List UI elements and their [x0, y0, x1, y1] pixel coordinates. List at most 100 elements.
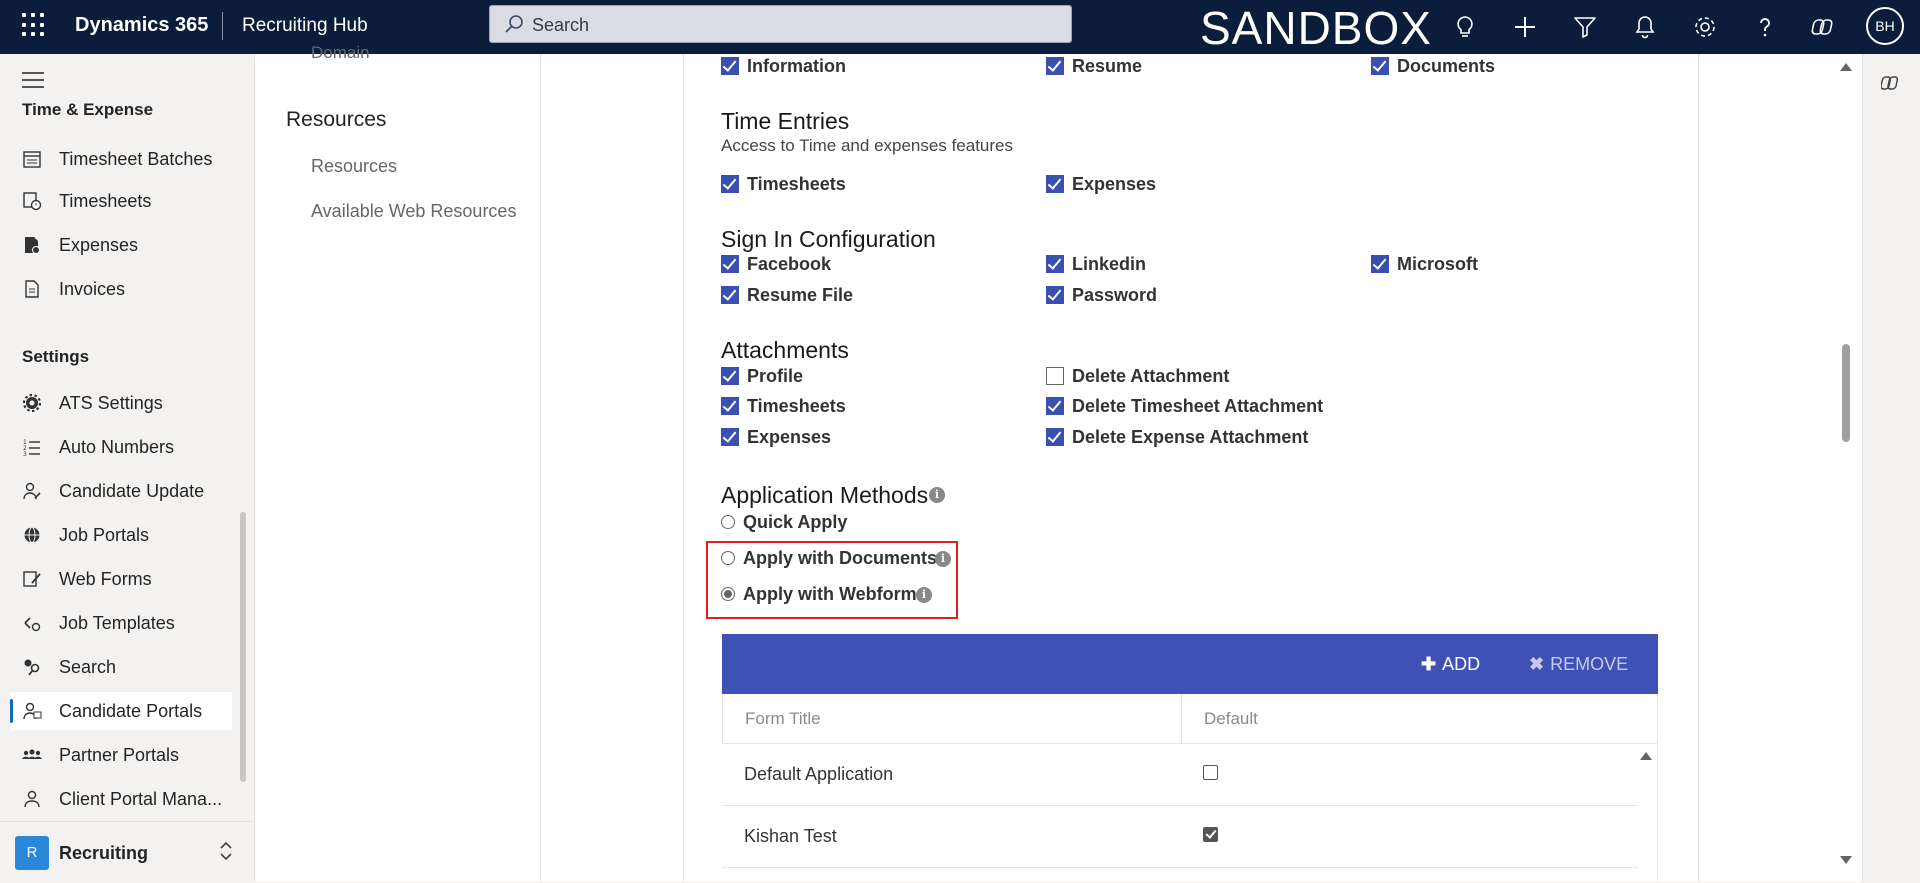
- sidebar-item-ats-settings[interactable]: ATS Settings: [10, 384, 232, 422]
- plus-icon: ✚: [1421, 654, 1437, 674]
- brand-title[interactable]: Dynamics 365: [75, 14, 208, 37]
- form-title-cell: Kishan Test: [744, 826, 837, 846]
- bell-icon[interactable]: [1631, 13, 1659, 41]
- sidebar-item-label: Job Portals: [59, 525, 150, 545]
- default-checkbox[interactable]: [1203, 765, 1218, 780]
- sidebar-item-job-portals[interactable]: Job Portals: [10, 516, 232, 554]
- grid-scroll-up-arrow[interactable]: [1640, 752, 1652, 760]
- help-icon[interactable]: [1751, 13, 1779, 41]
- sidebar-item-candidate-update[interactable]: Candidate Update: [10, 472, 232, 510]
- calendar-list-icon: [23, 151, 41, 168]
- plus-icon[interactable]: [1511, 13, 1539, 41]
- people-icon: [23, 702, 42, 720]
- subnav-link-available-web-resources[interactable]: Available Web Resources: [311, 201, 516, 222]
- sidebar-item-label: Expenses: [59, 235, 139, 255]
- checkbox-label: Expenses: [1072, 174, 1157, 194]
- section-title-attachments: Attachments: [721, 337, 849, 363]
- global-search-input[interactable]: Search: [489, 5, 1072, 43]
- default-checkbox[interactable]: [1203, 827, 1218, 842]
- radio-dot: [721, 515, 735, 529]
- highlight-box: [706, 541, 958, 619]
- sidebar-item-label: Partner Portals: [59, 745, 180, 765]
- subnav-heading-resources: Resources: [286, 108, 387, 131]
- area-label: Recruiting: [59, 843, 149, 863]
- subnav-link-domain[interactable]: Domain: [311, 43, 370, 63]
- sidebar-item-label: Job Templates: [59, 613, 175, 633]
- nav-group-settings: Settings: [22, 347, 90, 366]
- gear-icon[interactable]: [1691, 13, 1719, 41]
- invoice-icon: [25, 280, 39, 298]
- sidebar-item-candidate-portals[interactable]: Candidate Portals: [10, 692, 232, 730]
- column-header-form-title[interactable]: Form Title: [745, 709, 821, 729]
- table-row[interactable]: Default Application: [722, 744, 1638, 806]
- info-icon[interactable]: i: [929, 487, 945, 503]
- copilot-icon[interactable]: [1881, 72, 1903, 94]
- expense-document-icon: [25, 237, 40, 254]
- user-avatar[interactable]: BH: [1866, 7, 1904, 45]
- webform-grid-toolbar: ✚ ADD ✖ REMOVE: [722, 634, 1658, 694]
- filter-icon[interactable]: [1571, 13, 1599, 41]
- subnav-link-resources[interactable]: Resources: [311, 156, 397, 177]
- area-switcher[interactable]: R Recruiting: [0, 821, 254, 883]
- sidebar-item-client-portal-management[interactable]: Client Portal Mana...: [10, 780, 232, 818]
- sidebar-item-label: Candidate Portals: [59, 701, 203, 721]
- search-people-icon: [24, 659, 40, 676]
- numbered-list-icon: 123: [23, 439, 40, 457]
- checkbox-label: Microsoft: [1397, 254, 1478, 274]
- close-icon: ✖: [1529, 654, 1545, 674]
- environment-label: SANDBOX: [1200, 2, 1432, 54]
- sidebar-item-expenses[interactable]: Expenses: [10, 226, 232, 264]
- area-badge: R: [15, 836, 49, 870]
- checkbox-label: Information: [747, 56, 846, 76]
- remove-button[interactable]: ✖ REMOVE: [1529, 654, 1628, 675]
- checkbox-label: Delete Expense Attachment: [1072, 427, 1309, 447]
- page-scrollbar-thumb[interactable]: [1842, 344, 1850, 442]
- app-name[interactable]: Recruiting Hub: [242, 15, 368, 37]
- checkbox-label: Documents: [1397, 56, 1496, 76]
- sidebar-item-timesheet-batches[interactable]: Timesheet Batches: [10, 140, 232, 178]
- checkbox-label: Delete Timesheet Attachment: [1072, 396, 1324, 416]
- remove-button-label: REMOVE: [1550, 654, 1629, 674]
- sidebar-item-invoices[interactable]: Invoices: [10, 270, 232, 308]
- sidebar-item-label: Auto Numbers: [59, 437, 175, 457]
- app-launcher-icon[interactable]: [22, 13, 48, 39]
- sidebar-item-label: Web Forms: [59, 569, 152, 589]
- checkbox-box: [1046, 428, 1064, 446]
- group-icon: [22, 749, 42, 759]
- sidebar-item-label: Search: [59, 657, 117, 677]
- sidebar-item-label: Candidate Update: [59, 481, 205, 501]
- sidebar-item-job-templates[interactable]: Job Templates: [10, 604, 232, 642]
- sidebar-item-label: ATS Settings: [59, 393, 163, 413]
- checkbox-box: [1046, 57, 1064, 75]
- add-button[interactable]: ✚ ADD: [1421, 654, 1480, 675]
- table-row[interactable]: Kishan Test: [722, 806, 1638, 868]
- nav-group-time-expense: Time & Expense: [22, 100, 154, 119]
- sidebar-item-search[interactable]: Search: [10, 648, 232, 686]
- template-icon: [24, 617, 41, 632]
- page-scroll-up-arrow[interactable]: [1840, 63, 1852, 71]
- page-scroll-down-arrow[interactable]: [1840, 856, 1852, 864]
- sidebar-scrollbar[interactable]: [240, 512, 246, 782]
- sidebar-item-partner-portals[interactable]: Partner Portals: [10, 736, 232, 774]
- hamburger-menu-icon[interactable]: [22, 72, 44, 93]
- sidebar-item-label: Invoices: [59, 279, 126, 299]
- copilot-icon[interactable]: [1811, 13, 1839, 41]
- checkbox-label: Resume File: [747, 285, 854, 305]
- column-header-default[interactable]: Default: [1204, 709, 1258, 729]
- checkbox-box: [1046, 175, 1064, 193]
- section-subtitle-time-entries: Access to Time and expenses features: [721, 136, 1013, 155]
- checkbox-label: Resume: [1072, 56, 1143, 76]
- person-portal-icon: [24, 790, 40, 808]
- sidebar-item-timesheets[interactable]: Timesheets: [10, 182, 232, 220]
- brand-separator: [222, 12, 223, 40]
- checkbox-box: [1046, 397, 1064, 415]
- checkbox-label: Timesheets: [747, 396, 846, 416]
- checkbox-box: [1046, 367, 1064, 385]
- lightbulb-icon[interactable]: [1451, 13, 1479, 41]
- checkbox-box: [1046, 255, 1064, 273]
- checkbox-box: [721, 397, 739, 415]
- sidebar-item-auto-numbers[interactable]: 123 Auto Numbers: [10, 428, 232, 466]
- sidebar-item-web-forms[interactable]: Web Forms: [10, 560, 232, 598]
- checkbox-label: Profile: [747, 366, 804, 386]
- top-bar: Dynamics 365 Recruiting Hub Search SANDB…: [0, 0, 1920, 54]
